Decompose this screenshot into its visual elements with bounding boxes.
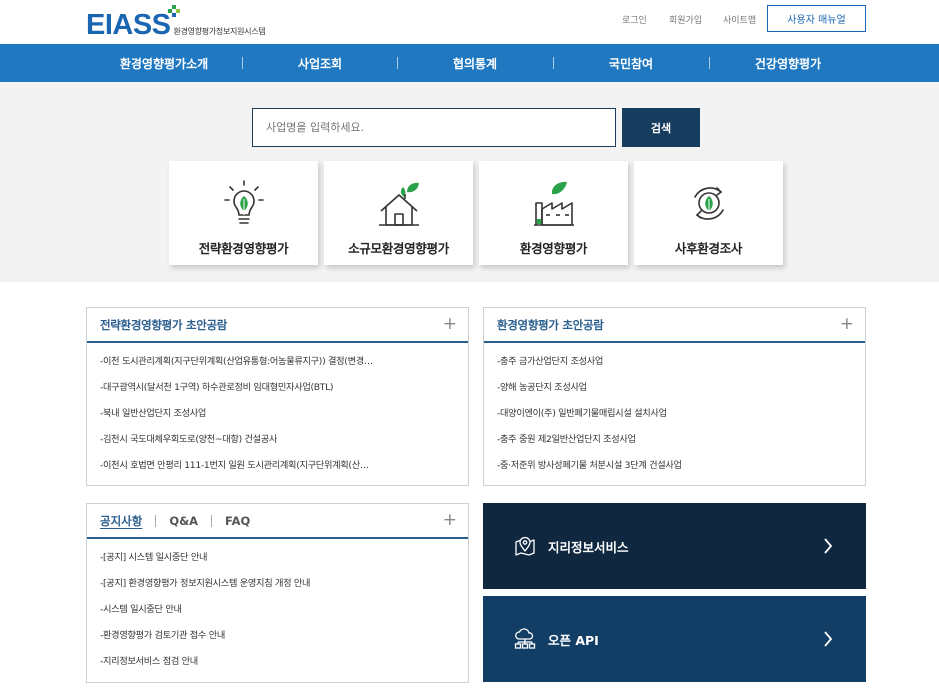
chevron-right-icon: [824, 538, 833, 554]
list-item[interactable]: -이천 도시관리계획(지구단위계획(산업유통형:어농물류지구)) 결정(변경…: [100, 353, 468, 379]
tab-notice[interactable]: 공지사항: [100, 513, 142, 529]
search-button[interactable]: 검색: [622, 108, 700, 147]
list-item[interactable]: -[공지] 시스템 일시중단 안내: [100, 549, 468, 575]
card-post-environmental-survey[interactable]: 사후환경조사: [634, 161, 783, 265]
house-icon: [378, 182, 419, 226]
nav-eia-intro[interactable]: 환경영향평가소개: [86, 44, 242, 82]
card-label: 환경영향평가: [519, 241, 588, 256]
notice-list: -[공지] 시스템 일시중단 안내 -[공지] 환경영향평가 정보지원시스템 운…: [87, 539, 468, 679]
list-item[interactable]: -대구광역시(달서천 1구역) 하수관로정비 임대형민자사업(BTL): [100, 379, 468, 405]
open-api-banner[interactable]: 오픈 API: [483, 596, 866, 682]
panel-header: 환경영향평가 초안공람 +: [484, 308, 865, 343]
sitemap-link[interactable]: 사이트맵: [723, 13, 756, 26]
list-item[interactable]: -충주 중원 제2일반산업단지 조성사업: [497, 431, 865, 457]
card-small-eia[interactable]: 소규모환경영향평가: [324, 161, 473, 265]
more-plus-icon[interactable]: +: [840, 316, 854, 333]
nav-public-participation[interactable]: 국민참여: [553, 44, 709, 82]
tab-faq[interactable]: FAQ: [225, 514, 250, 528]
tab-divider: [155, 514, 157, 527]
logo-subtitle: 환경영향평가정보지원시스템: [173, 27, 266, 36]
cloud-network-icon: [514, 628, 536, 649]
list-item[interactable]: -환경영향평가 검토기관 접수 안내: [100, 627, 468, 653]
list-item[interactable]: -시스템 일시중단 안내: [100, 601, 468, 627]
nav-health-impact[interactable]: 건강영향평가: [709, 44, 867, 82]
factory-icon: [533, 181, 574, 226]
user-manual-button[interactable]: 사용자 매뉴얼: [767, 5, 866, 32]
list-item[interactable]: -양해 농공단지 조성사업: [497, 379, 865, 405]
lightbulb-icon: [223, 180, 264, 224]
tab-qna[interactable]: Q&A: [169, 514, 198, 528]
list-item[interactable]: -중·저준위 방사성폐기물 처분시설 3단계 건설사업: [497, 457, 865, 483]
main-navigation: 환경영향평가소개 사업조회 협의통계 국민참여 건강영향평가: [0, 44, 939, 82]
list-item[interactable]: -[공지] 환경영향평가 정보지원시스템 운영지침 개정 안내: [100, 575, 468, 601]
list-item[interactable]: -대양이엔이(주) 일반폐기물매립시설 설치사업: [497, 405, 865, 431]
site-header: EIASS 환경영향평가정보지원시스템 로그인 회원가입 사이트맵 사용자 매뉴…: [0, 0, 939, 44]
map-pin-icon: [515, 536, 535, 556]
panel-title[interactable]: 환경영향평가 초안공람: [497, 317, 604, 333]
logo-wordmark: EIASS: [86, 9, 171, 41]
open-api-label: 오픈 API: [548, 632, 599, 648]
gis-service-label: 지리정보서비스: [548, 539, 629, 555]
strategic-eia-draft-panel: 전략환경영향평가 초안공람 + -이천 도시관리계획(지구단위계획(산업유통형:…: [86, 307, 469, 486]
site-logo[interactable]: EIASS 환경영향평가정보지원시스템: [86, 5, 266, 41]
more-plus-icon[interactable]: +: [443, 512, 457, 529]
card-strategic-eia[interactable]: 전략환경영향평가: [169, 161, 318, 265]
panel-title[interactable]: 전략환경영향평가 초안공람: [100, 317, 227, 333]
list-item[interactable]: -지리정보서비스 점검 안내: [100, 653, 468, 679]
list-item[interactable]: -북내 일반산업단지 조성사업: [100, 405, 468, 431]
draft-list: -이천 도시관리계획(지구단위계획(산업유통형:어농물류지구)) 결정(변경… …: [87, 343, 468, 483]
panel-header: 공지사항 Q&A FAQ +: [87, 504, 468, 539]
project-search-input[interactable]: [252, 108, 616, 147]
logo-mark-icon: [168, 5, 180, 17]
list-item[interactable]: -충주 금가산업단지 조성사업: [497, 353, 865, 379]
card-label: 전략환경영향평가: [198, 241, 289, 256]
login-link[interactable]: 로그인: [622, 13, 647, 26]
recycle-leaf-icon: [693, 187, 724, 220]
panel-header: 전략환경영향평가 초안공람 +: [87, 308, 468, 343]
tab-divider: [211, 514, 213, 527]
eia-draft-panel: 환경영향평가 초안공람 + -충주 금가산업단지 조성사업 -양해 농공단지 조…: [483, 307, 866, 486]
nav-consultation-stats[interactable]: 협의통계: [397, 44, 553, 82]
draft-list: -충주 금가산업단지 조성사업 -양해 농공단지 조성사업 -대양이엔이(주) …: [484, 343, 865, 483]
card-label: 사후환경조사: [674, 241, 743, 256]
chevron-right-icon: [824, 631, 833, 647]
nav-project-search[interactable]: 사업조회: [242, 44, 398, 82]
list-item[interactable]: -김천시 국도대체우회도로(양천~대항) 건설공사: [100, 431, 468, 457]
card-label: 소규모환경영향평가: [348, 241, 449, 256]
gis-service-banner[interactable]: 지리정보서비스: [483, 503, 866, 589]
card-eia[interactable]: 환경영향평가: [479, 161, 628, 265]
notice-panel: 공지사항 Q&A FAQ + -[공지] 시스템 일시중단 안내 -[공지] 환…: [86, 503, 469, 683]
list-item[interactable]: -이천시 호법면 안평리 111-1번지 일원 도시관리계획(지구단위계획(산…: [100, 457, 468, 483]
more-plus-icon[interactable]: +: [443, 316, 457, 333]
signup-link[interactable]: 회원가입: [669, 13, 702, 26]
